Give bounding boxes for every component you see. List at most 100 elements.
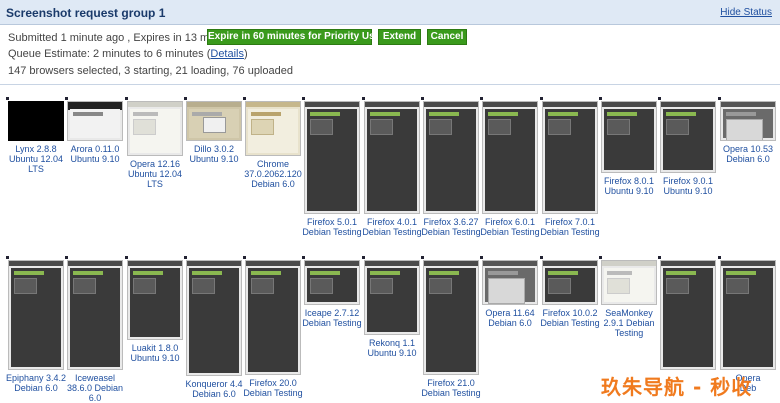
screenshot-thumbnail[interactable] (8, 260, 64, 370)
browser-label[interactable]: Opera 11.64 Debian 6.0 (476, 308, 544, 328)
browser-screenshot[interactable]: Firefox 10.0.2 Debian Testing (540, 256, 602, 341)
browser-label[interactable]: Firefox 21.0 Debian Testing (417, 378, 485, 398)
screenshot-thumbnail[interactable] (364, 101, 420, 214)
browser-label[interactable]: Firefox 9.0.1 Ubuntu 9.10 (654, 176, 722, 196)
browser-label[interactable]: Arora 0.11.0 Ubuntu 9.10 (61, 144, 129, 164)
browser-label[interactable]: Konqueror 4.4 Debian 6.0 (180, 379, 248, 399)
browser-label[interactable]: Luakit 1.8.0 Ubuntu 9.10 (121, 343, 189, 363)
status-dot-icon (362, 97, 365, 100)
screenshot-thumbnail[interactable] (720, 101, 776, 141)
browser-label-line: Debian Testing (421, 227, 481, 237)
browser-label[interactable]: Firefox 6.0.1 Debian Testing (476, 217, 544, 237)
browser-label-line: LTS (28, 164, 44, 174)
browser-screenshot[interactable]: Firefox 9.0.1 Ubuntu 9.10 (658, 97, 720, 209)
browser-label-line: Dillo 3.0.2 (193, 144, 235, 154)
browser-screenshot[interactable]: Firefox 7.0.1 Debian Testing (540, 97, 602, 250)
browser-screenshot[interactable]: Luakit 1.8.0 Ubuntu 9.10 (125, 256, 187, 376)
browser-label[interactable]: Firefox 5.0.1 Debian Testing (298, 217, 366, 237)
status-dot-icon (421, 97, 424, 100)
screenshot-thumbnail[interactable] (660, 260, 716, 370)
screenshot-thumbnail[interactable] (601, 101, 657, 173)
screenshot-thumbnail[interactable] (67, 101, 123, 141)
browser-label[interactable]: Firefox 8.0.1 Ubuntu 9.10 (595, 176, 663, 196)
screenshot-thumbnail[interactable] (304, 260, 360, 305)
screenshot-thumbnail[interactable] (304, 101, 360, 214)
browser-label[interactable]: Opera 10.53 Debian 6.0 (714, 144, 780, 164)
screenshot-thumbnail[interactable] (8, 101, 64, 141)
browser-screenshot[interactable]: SeaMonkey 2.9.1 Debian Testing (599, 256, 661, 341)
browser-label-line: Debian 6.0 (726, 154, 770, 164)
watermark-logo: 玖朱导航 - 秒收 (601, 375, 753, 399)
status-dot-icon (125, 256, 128, 259)
status-dot-icon (718, 256, 721, 259)
browser-label[interactable]: Lynx 2.8.8 Ubuntu 12.04 LTS (2, 144, 70, 174)
browser-label[interactable]: Iceape 2.7.12 Debian Testing (298, 308, 366, 328)
screenshot-thumbnail[interactable] (423, 260, 479, 375)
browser-screenshot[interactable]: Firefox 20.0 Debian Testing (243, 256, 305, 403)
browser-screenshot[interactable]: Iceape 2.7.12 Debian Testing (302, 256, 364, 341)
status-dot-icon (480, 97, 483, 100)
screenshot-thumbnail[interactable] (720, 260, 776, 370)
browser-screenshot[interactable]: Arora 0.11.0 Ubuntu 9.10 (65, 97, 127, 177)
screenshot-thumbnail[interactable] (542, 260, 598, 305)
browser-label[interactable]: Dillo 3.0.2 Ubuntu 9.10 (180, 144, 248, 164)
browser-screenshot[interactable]: Firefox 3.6.27 Debian Testing (421, 97, 483, 250)
browser-screenshot[interactable]: Firefox 5.0.1 Debian Testing (302, 97, 364, 250)
screenshot-thumbnail[interactable] (245, 260, 301, 375)
browser-screenshot[interactable]: Iceweasel 38.6.0 Debian 6.0 (65, 256, 127, 403)
screenshot-thumbnail[interactable] (660, 101, 716, 173)
browser-label[interactable]: Opera 12.16 Ubuntu 12.04 LTS (121, 159, 189, 189)
browser-label[interactable]: Firefox 20.0 Debian Testing (239, 378, 307, 398)
screenshot-thumbnail[interactable] (542, 101, 598, 214)
browser-label[interactable]: Iceweasel 38.6.0 Debian 6.0 (61, 373, 129, 403)
browser-label-line: Debian Testing (302, 318, 362, 328)
status-dot-icon (65, 97, 68, 100)
screenshot-thumbnail[interactable] (482, 260, 538, 305)
screenshot-thumbnail[interactable] (423, 101, 479, 214)
browser-label[interactable]: Chrome 37.0.2062.120 Debian 6.0 (239, 159, 307, 189)
browser-label-line: Ubuntu 9.10 (367, 348, 417, 358)
browser-label-line: Chrome (256, 159, 289, 169)
browser-label-line: Debian Testing (362, 227, 422, 237)
browser-label-line: Firefox 9.0.1 (662, 176, 714, 186)
browser-screenshot[interactable]: Chrome 37.0.2062.120 Debian 6.0 (243, 97, 305, 192)
browser-label[interactable]: Firefox 4.0.1 Debian Testing (358, 217, 426, 237)
screenshot-thumbnail[interactable] (364, 260, 420, 335)
browser-label[interactable]: Firefox 10.0.2 Debian Testing (536, 308, 604, 328)
browser-screenshot[interactable]: Firefox 4.0.1 Debian Testing (362, 97, 424, 250)
browser-label[interactable]: SeaMonkey 2.9.1 Debian Testing (595, 308, 663, 338)
status-dot-icon (302, 256, 305, 259)
browser-label-line: Ubuntu 9.10 (604, 186, 654, 196)
browser-label[interactable]: Epiphany 3.4.2 Debian 6.0 (2, 373, 70, 393)
browser-label-line: Opera 10.53 (722, 144, 774, 154)
browser-screenshot[interactable]: Epiphany 3.4.2 Debian 6.0 (6, 256, 68, 403)
browser-label[interactable]: Firefox 7.0.1 Debian Testing (536, 217, 604, 237)
browser-label-line: Debian Testing (480, 227, 540, 237)
browser-screenshot[interactable]: Opera 12.16 Ubuntu 12.04 LTS (125, 97, 187, 192)
browser-label-line: Debian Testing (540, 318, 600, 328)
browser-label-line: Firefox 3.6.27 (423, 217, 479, 227)
screenshot-thumbnail[interactable] (482, 101, 538, 214)
browser-screenshot[interactable]: Opera 11.64 Debian 6.0 (480, 256, 542, 341)
browser-label-line: Firefox 6.0.1 (484, 217, 536, 227)
browser-screenshot[interactable]: Rekonq 1.1 Ubuntu 9.10 (362, 256, 424, 371)
screenshot-thumbnail[interactable] (67, 260, 123, 370)
screenshot-thumbnail[interactable] (186, 260, 242, 376)
screenshot-thumbnail[interactable] (245, 101, 301, 156)
browser-screenshot[interactable]: Konqueror 4.4 Debian 6.0 (184, 256, 246, 403)
screenshot-thumbnail[interactable] (127, 260, 183, 340)
browser-label[interactable]: Rekonq 1.1 Ubuntu 9.10 (358, 338, 426, 358)
browser-label[interactable]: Firefox 3.6.27 Debian Testing (417, 217, 485, 237)
browser-screenshot[interactable]: Firefox 21.0 Debian Testing (421, 256, 483, 403)
screenshot-thumbnail[interactable] (601, 260, 657, 305)
screenshot-thumbnail[interactable] (127, 101, 183, 156)
browser-label-line: Testing (614, 328, 644, 338)
browser-screenshot[interactable]: Firefox 6.0.1 Debian Testing (480, 97, 542, 250)
browser-screenshot[interactable]: Opera 10.53 Debian 6.0 (718, 97, 780, 177)
screenshot-thumbnail[interactable] (186, 101, 242, 141)
browser-screenshot[interactable]: Dillo 3.0.2 Ubuntu 9.10 (184, 97, 246, 177)
browser-screenshot[interactable]: Lynx 2.8.8 Ubuntu 12.04 LTS (6, 97, 68, 177)
browser-screenshot[interactable]: Firefox 8.0.1 Ubuntu 9.10 (599, 97, 661, 209)
status-dot-icon (6, 97, 9, 100)
status-dot-icon (302, 97, 305, 100)
